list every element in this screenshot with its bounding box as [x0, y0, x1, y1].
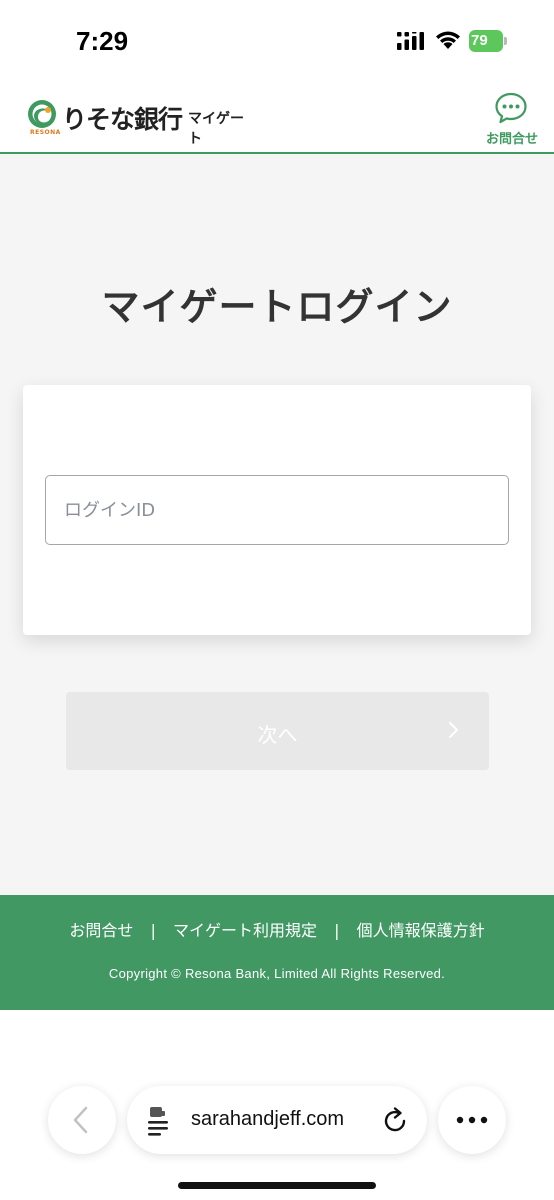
more-options-button[interactable] [438, 1086, 506, 1154]
page-title: マイゲートログイン [101, 285, 453, 329]
bank-name: りそな銀行 [62, 105, 183, 134]
status-bar: 7:29 79 [0, 0, 554, 80]
footer-link-privacy[interactable]: 個人情報保護方針 [357, 921, 485, 940]
product-name: マイゲート [188, 111, 244, 147]
resona-logo-icon [28, 100, 56, 128]
chat-bubble-icon [495, 92, 527, 124]
chevron-right-icon [449, 722, 458, 738]
wifi-icon [436, 31, 460, 49]
site-header: RESONA りそな銀行 マイゲート お問合せ [0, 80, 554, 154]
footer-links: お問合せ | マイゲート利用規定 | 個人情報保護方針 [0, 917, 554, 941]
battery-level: 79 [471, 32, 488, 49]
status-time: 7:29 [76, 26, 129, 56]
back-button[interactable] [48, 1086, 116, 1154]
footer-link-contact[interactable]: お問合せ [69, 921, 133, 940]
url-text: sarahandjeff.com [191, 1108, 345, 1130]
login-id-input[interactable] [45, 475, 509, 545]
next-button[interactable]: 次へ [66, 692, 489, 770]
logo-subtext: RESONA [30, 129, 61, 136]
login-card [23, 385, 531, 635]
home-indicator [178, 1182, 376, 1189]
site-footer: お問合せ | マイゲート利用規定 | 個人情報保護方針 Copyright © … [0, 895, 554, 1010]
page: 7:29 79 RESONA りそな銀行 マイゲート お問合せ マイゲートログイ… [0, 0, 554, 1200]
chevron-left-icon [73, 1106, 88, 1134]
header-contact-button[interactable]: お問合せ [482, 90, 542, 147]
footer-separator: | [334, 921, 340, 940]
browser-toolbar: sarahandjeff.com [0, 1010, 554, 1200]
battery-cap [504, 37, 507, 45]
footer-link-terms[interactable]: マイゲート利用規定 [173, 921, 317, 940]
resona-logo[interactable]: RESONA りそな銀行 マイゲート [26, 98, 256, 147]
header-contact-label: お問合せ [485, 132, 538, 147]
battery-indicator: 79 [469, 30, 509, 52]
copyright-text: Copyright © Resona Bank, Limited All Rig… [108, 966, 446, 981]
footer-separator: | [150, 921, 156, 940]
page-menu-icon [148, 1107, 168, 1136]
reload-icon[interactable] [383, 1106, 409, 1134]
address-bar[interactable]: sarahandjeff.com [127, 1086, 427, 1154]
cellular-signal-icon [397, 32, 424, 50]
ellipsis-icon [456, 1116, 488, 1124]
next-button-label: 次へ [257, 725, 298, 747]
